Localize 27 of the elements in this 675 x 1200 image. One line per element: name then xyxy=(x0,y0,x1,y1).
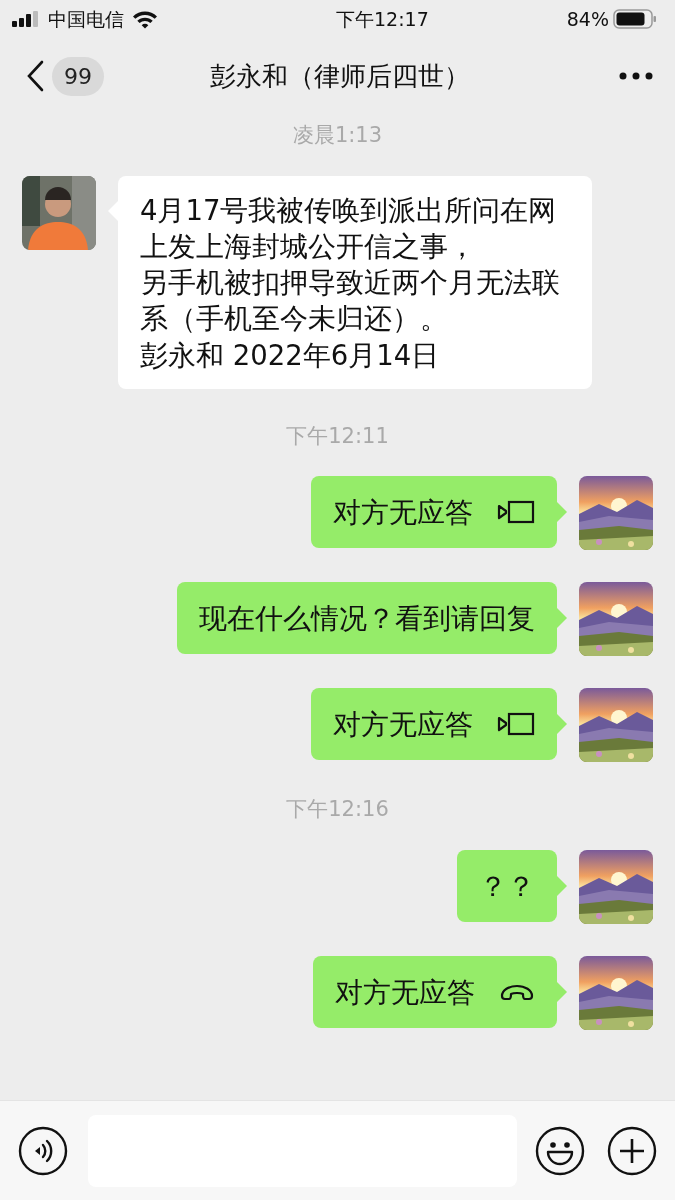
video-call-icon xyxy=(497,500,535,525)
battery-percent: 84% xyxy=(566,6,609,32)
message-text: 现在什么情况？看到请回复 xyxy=(199,601,535,637)
video-call-icon xyxy=(497,712,535,737)
voice-icon[interactable] xyxy=(18,1125,68,1176)
message-text: 对方无应答 xyxy=(335,974,475,1010)
plus-icon[interactable] xyxy=(607,1125,657,1176)
message-text: 彭永和 2022年6月14日 xyxy=(140,337,441,373)
more-icon[interactable] xyxy=(619,72,653,80)
message-text: 4月17号我被传唤到派出所问在网上发上海封城公开信之事， xyxy=(140,192,558,264)
timestamp: 下午12:11 xyxy=(286,424,389,448)
chat-title: 彭永和（律师后四世） xyxy=(209,59,470,93)
emoji-icon[interactable] xyxy=(535,1125,585,1176)
message-text: ？？ xyxy=(479,868,535,904)
signal-icon xyxy=(12,11,40,27)
phone-icon xyxy=(499,983,535,1001)
timestamp: 下午12:16 xyxy=(286,797,389,822)
message-text: 另手机被扣押导致近两个月无法联系（手机至今未归还）。 xyxy=(140,265,561,337)
timestamp: 凌晨1:13 xyxy=(292,123,383,147)
carrier-name: 中国电信 xyxy=(48,6,124,32)
unread-count[interactable]: 99 xyxy=(52,56,104,96)
back-icon[interactable] xyxy=(26,60,44,92)
battery-icon xyxy=(613,9,657,29)
wifi-icon xyxy=(132,9,158,29)
message-text: 对方无应答 xyxy=(333,707,473,743)
clock-time: 下午12:17 xyxy=(336,6,429,32)
message-text: 对方无应答 xyxy=(333,495,473,531)
